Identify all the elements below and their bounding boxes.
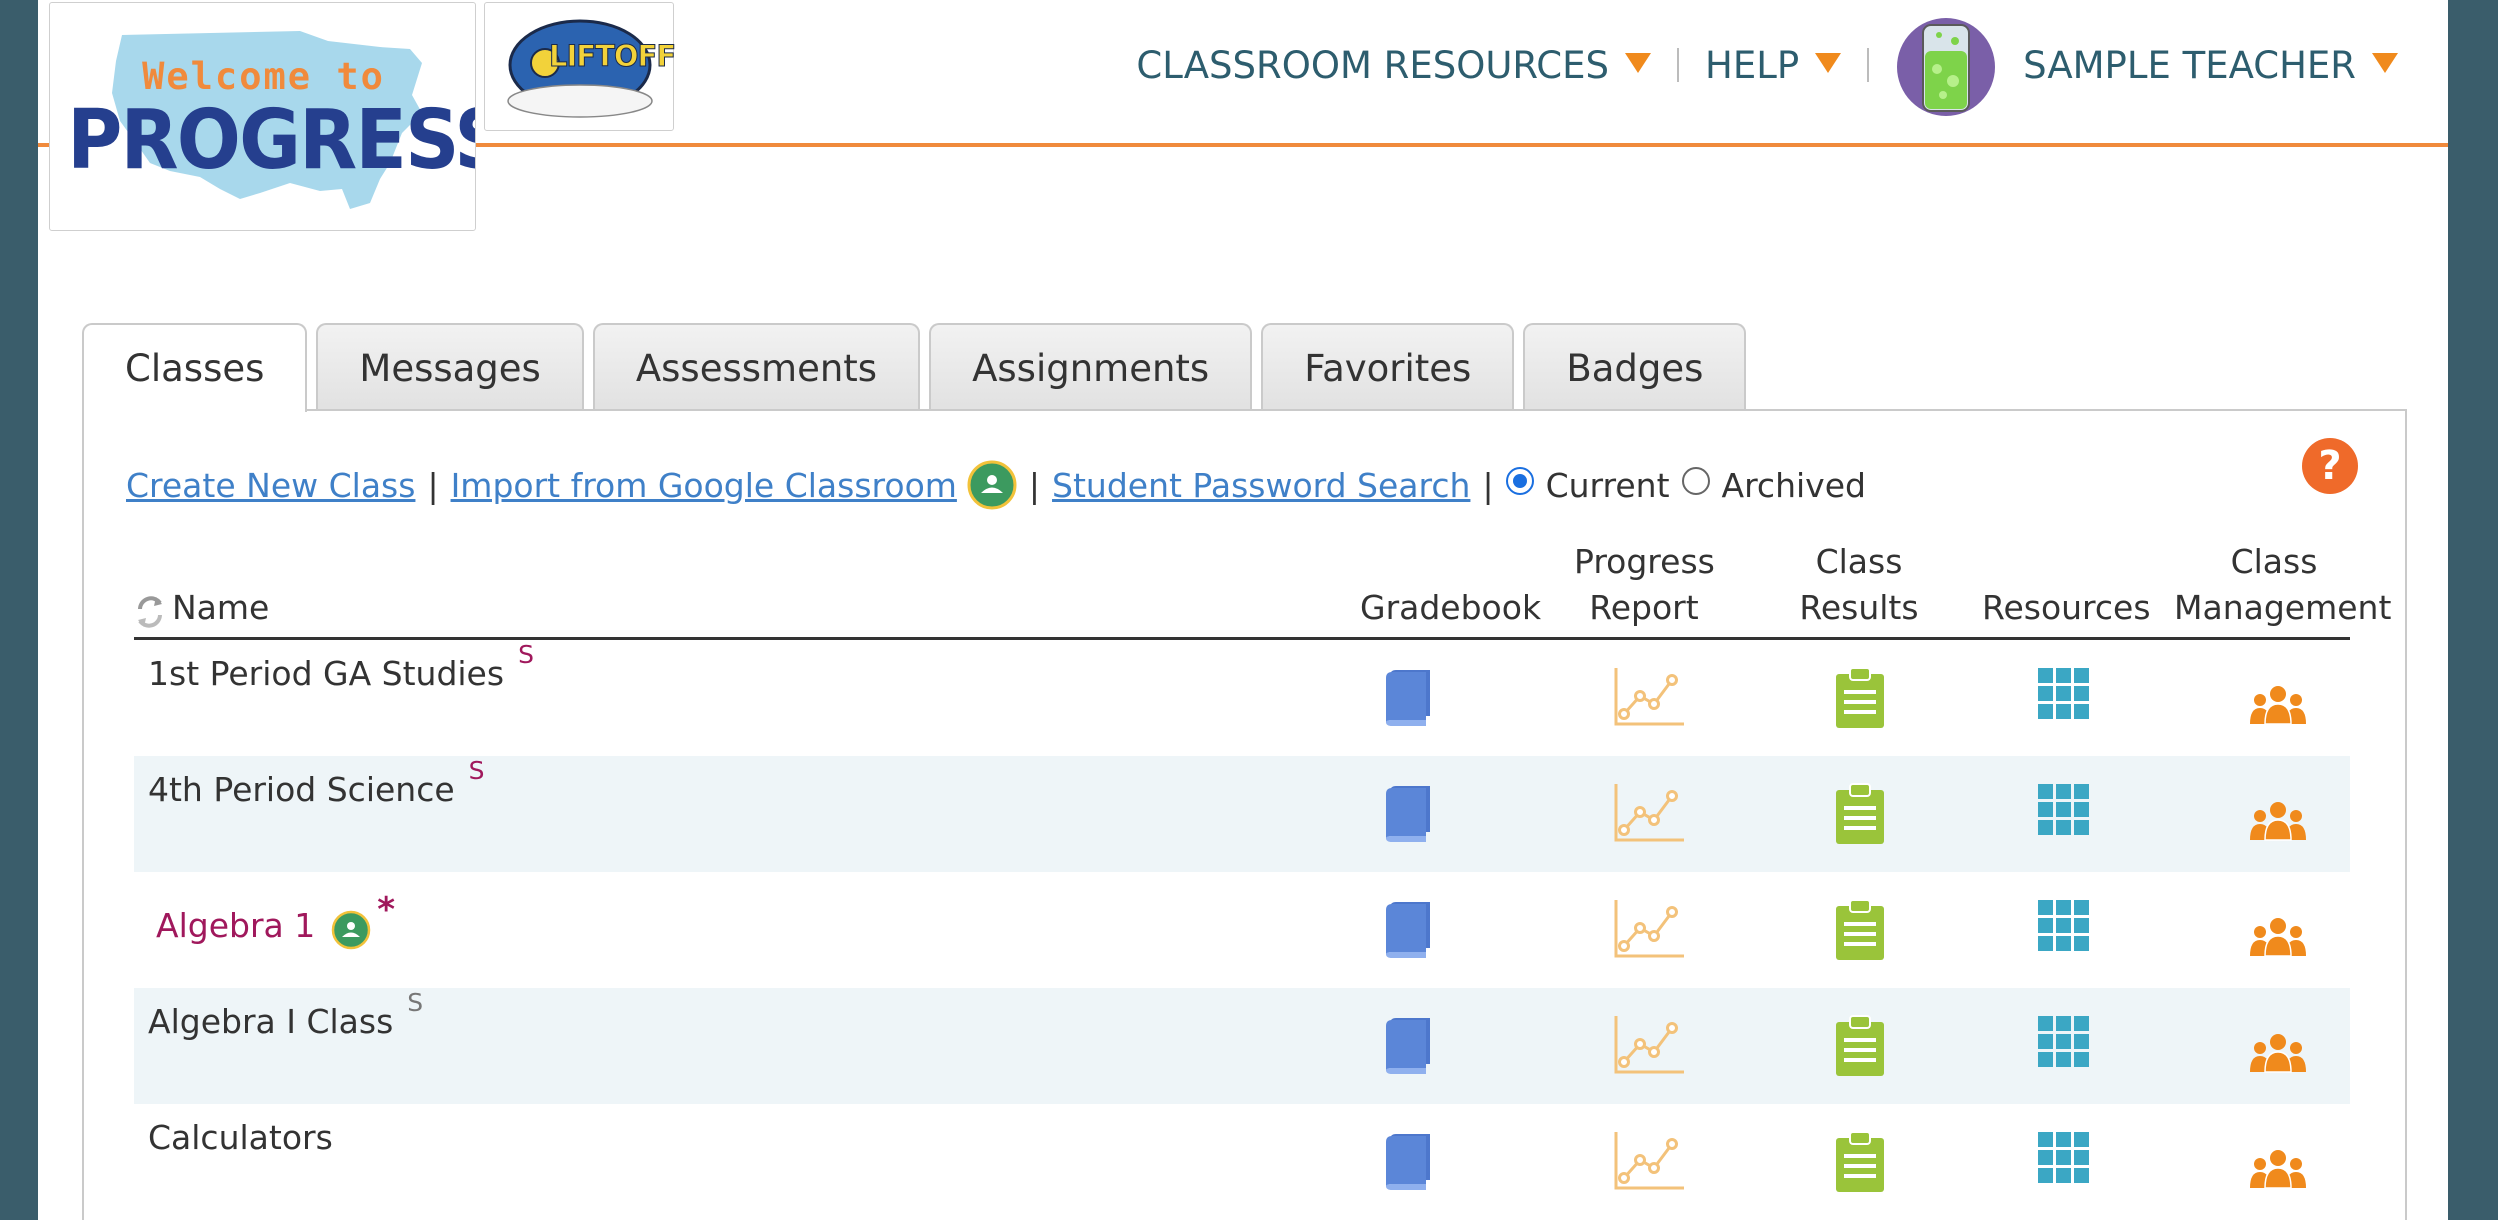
class-name[interactable]: Algebra I Class bbox=[148, 1002, 393, 1041]
table-row: Calculators bbox=[134, 1104, 2350, 1220]
logo-welcome-text: Welcome to bbox=[142, 55, 385, 98]
radio-current-label: Current bbox=[1545, 465, 1670, 505]
progress-report-line-chart-icon[interactable] bbox=[1612, 666, 1686, 728]
gradebook-book-icon[interactable] bbox=[1380, 782, 1436, 844]
class-name-cell[interactable]: 1st Period GA Studies S bbox=[148, 640, 534, 693]
google-class-marker: * bbox=[377, 890, 395, 930]
classes-table: Name Gradebook Progress Report Class Res… bbox=[134, 539, 2391, 1220]
table-header: Name Gradebook Progress Report Class Res… bbox=[134, 539, 2391, 640]
progress-report-line-chart-icon[interactable] bbox=[1612, 898, 1686, 960]
class-results-clipboard-icon[interactable] bbox=[1834, 666, 1886, 730]
header-progress-report: Progress Report bbox=[1574, 539, 1715, 631]
progress-logo[interactable]: Welcome to PROGRESS bbox=[49, 2, 476, 231]
header-class-results: Class Results bbox=[1799, 542, 1919, 627]
resources-grid-icon[interactable] bbox=[2036, 782, 2092, 838]
table-row: 1st Period GA Studies S bbox=[134, 640, 2350, 756]
radio-archived-label: Archived bbox=[1721, 465, 1866, 505]
sort-refresh-icon[interactable] bbox=[134, 591, 166, 631]
shared-class-marker: S bbox=[407, 988, 424, 1017]
header-class-management-line1: Class bbox=[2230, 542, 2318, 581]
nav-user-menu[interactable]: SAMPLE TEACHER bbox=[1895, 11, 2398, 119]
create-new-class-link[interactable]: Create New Class bbox=[126, 466, 415, 505]
nav-user-label: SAMPLE TEACHER bbox=[2023, 43, 2356, 87]
resources-grid-icon[interactable] bbox=[2036, 666, 2092, 722]
class-name-cell[interactable]: 4th Period Science S bbox=[148, 756, 485, 809]
header-resources: Resources bbox=[1982, 588, 2151, 627]
class-name[interactable]: Algebra 1 bbox=[156, 906, 315, 945]
import-google-classroom-link[interactable]: Import from Google Classroom bbox=[451, 466, 957, 505]
class-results-clipboard-icon[interactable] bbox=[1834, 1014, 1886, 1078]
shared-class-marker: S bbox=[468, 756, 485, 785]
header-progress-report-line1: Progress bbox=[1574, 542, 1715, 581]
gradebook-book-icon[interactable] bbox=[1380, 1014, 1436, 1076]
header-gradebook: Gradebook bbox=[1360, 588, 1542, 627]
tab-assignments[interactable]: Assignments bbox=[929, 323, 1253, 411]
class-name-cell[interactable]: Calculators bbox=[148, 1118, 333, 1157]
header-progress-report-line2: Report bbox=[1589, 588, 1699, 627]
radio-current[interactable] bbox=[1505, 467, 1534, 495]
header-class-management: Class Management bbox=[2174, 539, 2392, 631]
class-management-people-icon[interactable] bbox=[2248, 800, 2308, 844]
progress-report-line-chart-icon[interactable] bbox=[1612, 1130, 1686, 1192]
page: Welcome to PROGRESS LIFTOFF CLASSROOM RE… bbox=[38, 0, 2448, 1220]
radio-archived[interactable] bbox=[1681, 467, 1710, 495]
tab-badges[interactable]: Badges bbox=[1523, 323, 1747, 411]
gradebook-book-icon[interactable] bbox=[1380, 898, 1436, 960]
class-results-clipboard-icon[interactable] bbox=[1834, 782, 1886, 846]
toolbar-separator: | bbox=[1482, 465, 1494, 505]
top-nav: CLASSROOM RESOURCES HELP SAMPLE TEACHER bbox=[1136, 10, 2398, 120]
tab-favorites[interactable]: Favorites bbox=[1261, 323, 1515, 411]
nav-classroom-resources[interactable]: CLASSROOM RESOURCES bbox=[1136, 44, 1651, 87]
progress-report-line-chart-icon[interactable] bbox=[1612, 1014, 1686, 1076]
tab-classes[interactable]: Classes bbox=[82, 323, 308, 412]
student-password-search-link[interactable]: Student Password Search bbox=[1052, 466, 1470, 505]
google-classroom-icon[interactable] bbox=[967, 460, 1017, 510]
caret-down-icon bbox=[2372, 53, 2398, 73]
header-class-management-line2: Management bbox=[2174, 588, 2392, 627]
class-name[interactable]: Calculators bbox=[148, 1118, 333, 1157]
class-management-people-icon[interactable] bbox=[2248, 1032, 2308, 1076]
class-management-people-icon[interactable] bbox=[2248, 916, 2308, 960]
progress-report-line-chart-icon[interactable] bbox=[1612, 782, 1686, 844]
nav-divider bbox=[1677, 48, 1679, 82]
table-row: 4th Period Science S bbox=[134, 756, 2350, 872]
table-body: 1st Period GA Studies S 4th Period Science… bbox=[134, 640, 2350, 1220]
classes-toolbar: Create New Class | Import from Google Cl… bbox=[126, 455, 1866, 515]
nav-help[interactable]: HELP bbox=[1705, 43, 1842, 87]
class-name[interactable]: 1st Period GA Studies bbox=[148, 654, 504, 693]
help-question-icon[interactable]: ? bbox=[2302, 438, 2358, 494]
class-name-cell[interactable]: Algebra I Class S bbox=[148, 988, 423, 1041]
gradebook-book-icon[interactable] bbox=[1380, 1130, 1436, 1192]
nav-classroom-resources-label: CLASSROOM RESOURCES bbox=[1136, 43, 1609, 87]
caret-down-icon bbox=[1625, 53, 1651, 73]
class-name-cell[interactable]: Algebra 1 * bbox=[156, 890, 395, 950]
resources-grid-icon[interactable] bbox=[2036, 898, 2092, 954]
shared-class-marker: S bbox=[518, 640, 534, 669]
main-tabs: Classes Messages Assessments Assignments… bbox=[82, 323, 1755, 412]
google-classroom-icon bbox=[331, 910, 371, 950]
header: Welcome to PROGRESS LIFTOFF CLASSROOM RE… bbox=[38, 0, 2448, 231]
tab-messages[interactable]: Messages bbox=[316, 323, 584, 411]
header-name[interactable]: Name bbox=[172, 585, 269, 631]
tab-assessments[interactable]: Assessments bbox=[592, 323, 921, 411]
resources-grid-icon[interactable] bbox=[2036, 1130, 2092, 1186]
toolbar-separator: | bbox=[1028, 465, 1041, 505]
table-row: Algebra 1 * bbox=[134, 872, 2350, 988]
class-management-people-icon[interactable] bbox=[2248, 684, 2308, 728]
resources-grid-icon[interactable] bbox=[2036, 1014, 2092, 1070]
toolbar-separator: | bbox=[427, 465, 439, 505]
class-results-clipboard-icon[interactable] bbox=[1834, 898, 1886, 962]
beaker-avatar-icon[interactable] bbox=[1895, 11, 1997, 119]
logo-progress-text: PROGRESS bbox=[67, 93, 476, 188]
class-management-people-icon[interactable] bbox=[2248, 1148, 2308, 1192]
nav-divider bbox=[1867, 48, 1870, 82]
table-row: Algebra I Class S bbox=[134, 988, 2350, 1104]
caret-down-icon bbox=[1815, 53, 1842, 73]
class-results-clipboard-icon[interactable] bbox=[1834, 1130, 1886, 1194]
class-name[interactable]: 4th Period Science bbox=[148, 770, 455, 809]
nav-help-label: HELP bbox=[1705, 43, 1800, 87]
liftoff-logo[interactable]: LIFTOFF bbox=[484, 2, 677, 131]
gradebook-book-icon[interactable] bbox=[1380, 666, 1436, 728]
liftoff-logo-text: LIFTOFF bbox=[548, 39, 676, 74]
